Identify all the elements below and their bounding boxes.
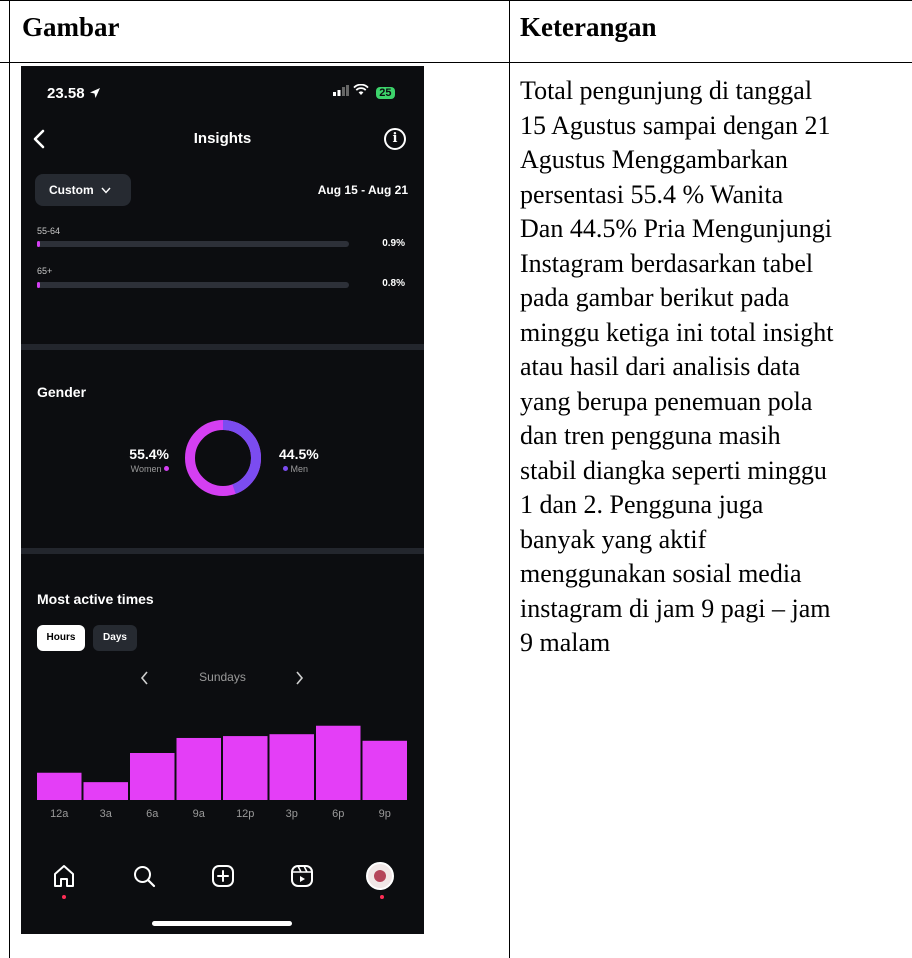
most-active-times-bar-chart xyxy=(37,725,407,800)
age-bar-fill-65-plus xyxy=(37,282,40,288)
women-percent: 55.4% xyxy=(129,446,169,462)
avatar-emblem xyxy=(374,870,386,882)
table-top-border xyxy=(0,0,912,1)
bar-6a xyxy=(130,753,175,800)
bar-3a xyxy=(83,782,128,800)
most-active-times-title: Most active times xyxy=(37,591,154,607)
reels-icon[interactable] xyxy=(287,861,317,891)
men-percent: 44.5% xyxy=(279,446,319,462)
section-divider xyxy=(21,344,424,350)
table-column-divider xyxy=(509,0,510,958)
section-divider xyxy=(21,548,424,554)
profile-avatar[interactable] xyxy=(366,862,394,890)
home-indicator-bar xyxy=(152,921,292,926)
bar-9a xyxy=(176,737,221,800)
women-legend-label: Women xyxy=(130,464,162,474)
chevron-down-icon xyxy=(101,187,111,194)
bar-12p xyxy=(223,736,268,800)
gender-donut-chart xyxy=(185,420,261,496)
women-legend-dot xyxy=(164,466,169,471)
age-label-65-plus: 65+ xyxy=(37,266,53,276)
instagram-insights-screenshot: 23.58 25 Insights i Custom Aug 15 - Aug … xyxy=(21,66,424,934)
bar-9p xyxy=(362,740,407,800)
status-indicators: 25 xyxy=(333,83,395,99)
women-legend: Women xyxy=(81,464,169,474)
profile-notification-dot xyxy=(380,895,384,899)
status-time: 23.58 xyxy=(47,85,101,102)
next-day-chevron-icon[interactable] xyxy=(293,670,305,686)
custom-dropdown-label: Custom xyxy=(49,183,94,197)
battery-indicator: 25 xyxy=(376,87,395,99)
bar-3p xyxy=(269,734,314,800)
age-label-55-64: 55-64 xyxy=(37,226,61,236)
table-left-border xyxy=(9,0,10,958)
bar-6p xyxy=(316,725,361,800)
age-percent-65-plus: 0.8% xyxy=(382,278,405,289)
x-tick-label-6a: 6a xyxy=(146,808,159,820)
info-icon[interactable]: i xyxy=(384,128,406,150)
x-tick-label-12p: 12p xyxy=(236,808,255,820)
column-header-gambar: Gambar xyxy=(22,12,120,42)
x-tick-label-9a: 9a xyxy=(192,808,205,820)
signal-icon xyxy=(333,85,349,96)
x-tick-label-12a: 12a xyxy=(50,808,69,820)
men-legend: Men xyxy=(283,464,308,474)
tab-days[interactable]: Days xyxy=(93,625,137,651)
age-percent-55-64: 0.9% xyxy=(382,238,405,249)
age-bar-fill-55-64 xyxy=(37,241,40,247)
x-tick-label-3p: 3p xyxy=(285,808,298,820)
page-title: Insights xyxy=(193,130,252,147)
age-bar-55-64 xyxy=(37,241,349,247)
home-icon[interactable] xyxy=(49,861,79,891)
description-text: Total pengunjung di tanggal 15 Agustus s… xyxy=(520,76,834,657)
x-tick-label-3a: 3a xyxy=(99,808,112,820)
gender-title: Gender xyxy=(37,384,87,400)
x-tick-label-6p: 6p xyxy=(332,808,345,820)
tab-hours[interactable]: Hours xyxy=(37,625,85,651)
column-header-keterangan: Keterangan xyxy=(520,12,657,42)
selected-day: Sundays xyxy=(199,670,246,684)
age-bar-65-plus xyxy=(37,282,349,288)
home-notification-dot xyxy=(62,895,66,899)
search-icon[interactable] xyxy=(129,861,159,891)
create-post-icon[interactable] xyxy=(208,861,238,891)
x-tick-label-9p: 9p xyxy=(378,808,391,820)
custom-date-dropdown[interactable]: Custom xyxy=(35,174,131,206)
men-legend-dot xyxy=(283,466,288,471)
wifi-icon xyxy=(352,83,369,95)
men-legend-label: Men xyxy=(290,464,309,474)
table-header-divider xyxy=(0,62,912,63)
location-arrow-icon xyxy=(89,88,100,98)
bar-12a xyxy=(37,772,82,800)
date-range: Aug 15 - Aug 21 xyxy=(317,183,408,197)
